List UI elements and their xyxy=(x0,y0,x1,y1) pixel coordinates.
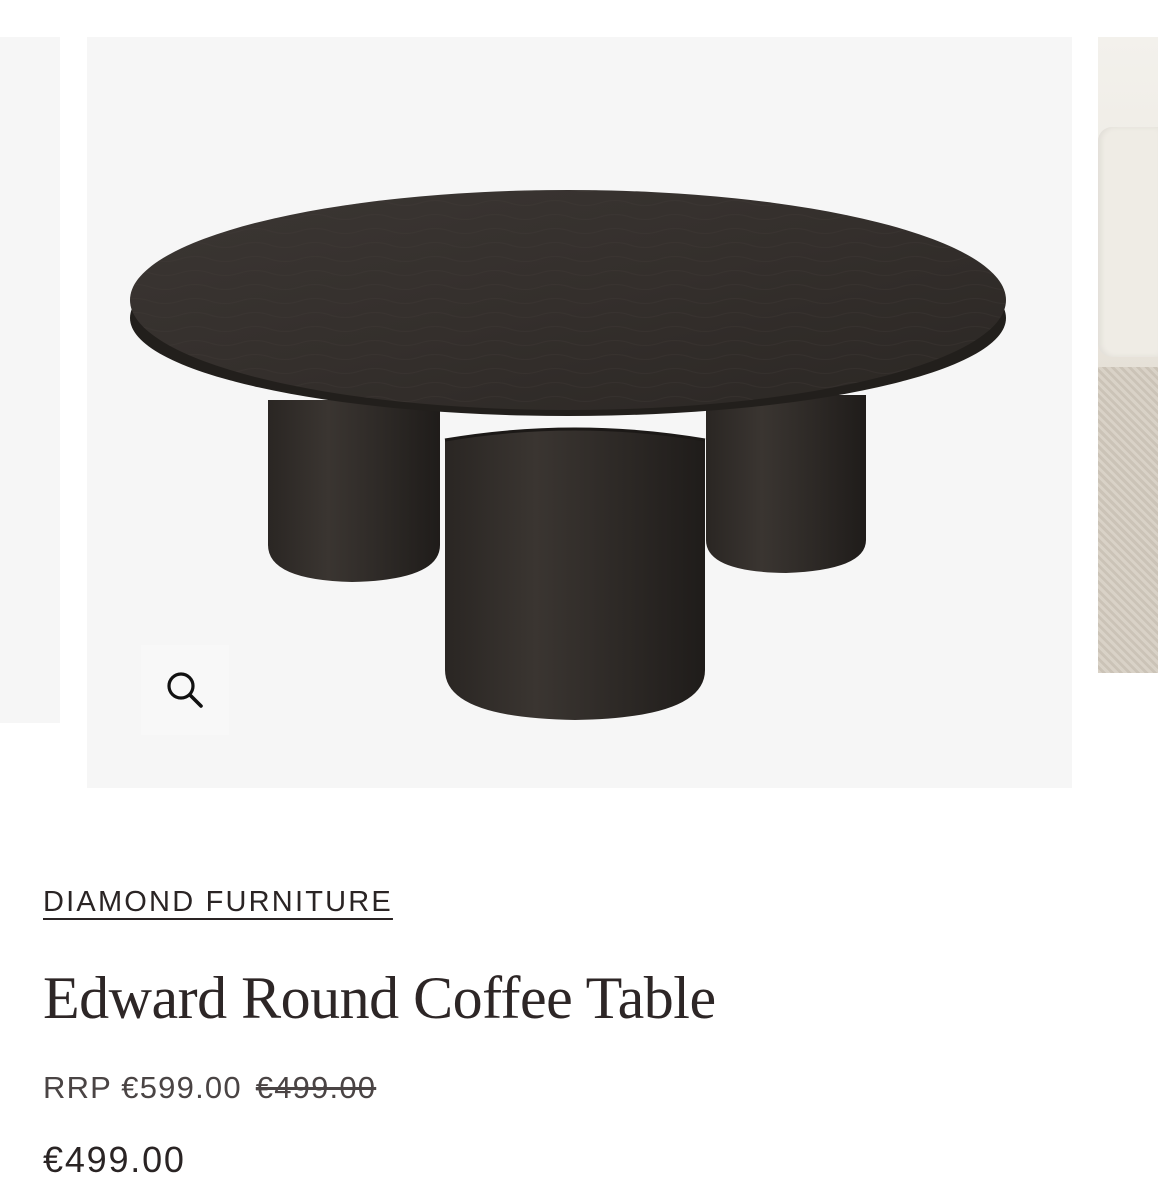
rrp-label: RRP €599.00 xyxy=(43,1070,242,1105)
product-title: Edward Round Coffee Table xyxy=(43,965,716,1031)
table-leg-back-right xyxy=(706,395,866,573)
product-gallery xyxy=(0,0,1158,800)
sale-price: €499.00 xyxy=(43,1139,186,1180)
table-leg-front xyxy=(445,429,705,720)
compare-at-price: €499.00 xyxy=(255,1070,377,1105)
table-leg-back-left xyxy=(268,400,440,582)
zoom-button[interactable] xyxy=(141,645,229,735)
brand-link[interactable]: DIAMOND FURNITURE xyxy=(43,886,393,919)
magnifier-icon xyxy=(167,672,203,708)
rrp-price-line: RRP €599.00 €499.00 xyxy=(43,1070,376,1106)
